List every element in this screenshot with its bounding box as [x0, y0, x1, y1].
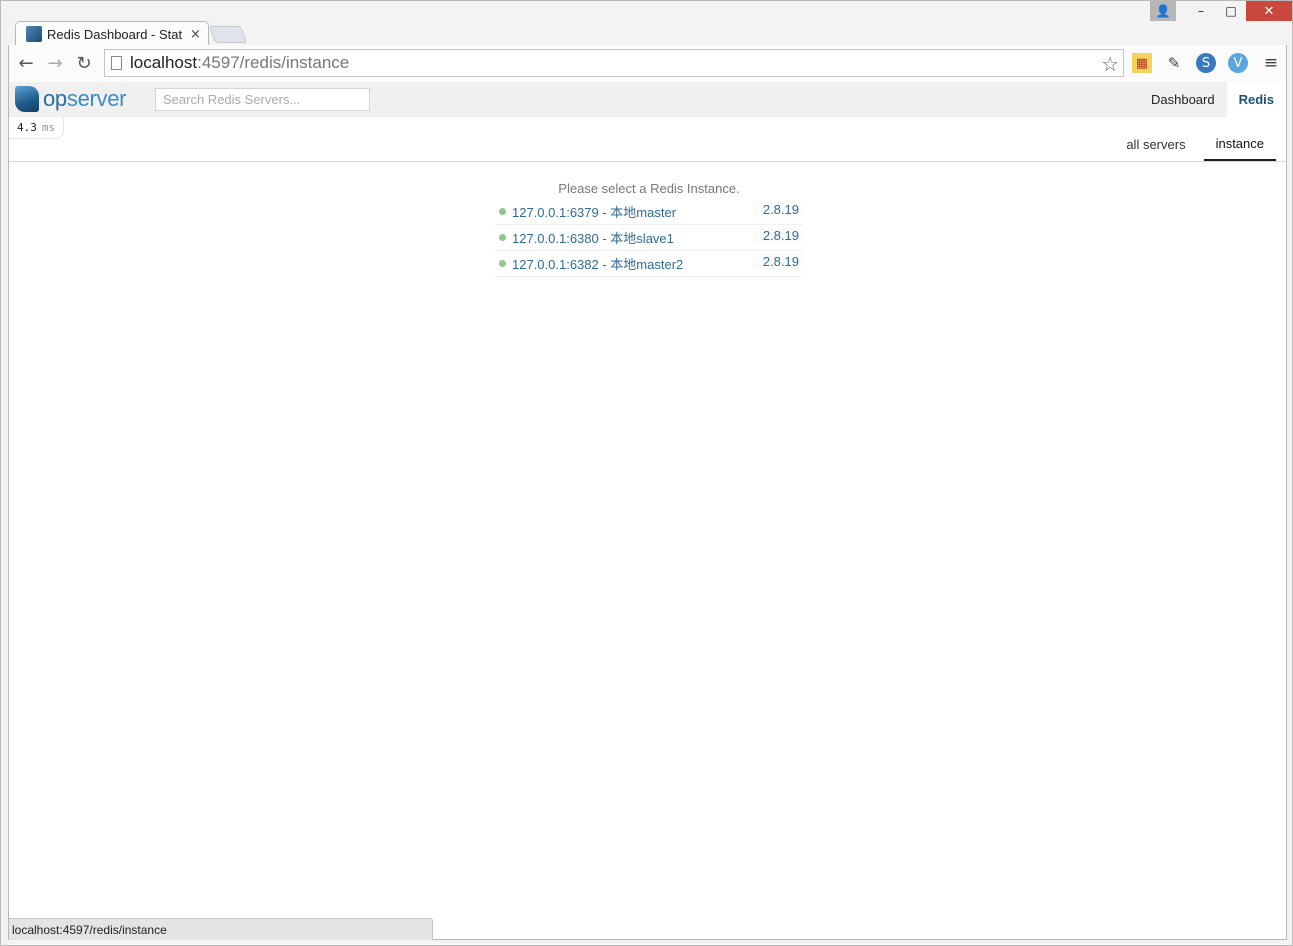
instance-link[interactable]: 127.0.0.1:6380 - 本地slave1 [512, 228, 674, 247]
status-dot-icon [499, 208, 506, 215]
instance-selector: Please select a Redis Instance. 127.0.0.… [495, 179, 803, 277]
browser-window: 👤 – □ ✕ Redis Dashboard - Stat × ← → ↻ l… [0, 0, 1293, 946]
top-nav-links: Dashboard Redis [1139, 82, 1286, 117]
address-bar[interactable]: localhost:4597/redis/instance ☆ [104, 49, 1124, 77]
favicon-icon [26, 26, 42, 42]
instance-link[interactable]: 127.0.0.1:6382 - 本地master2 [512, 254, 683, 273]
timing-value: 4.3 [17, 121, 37, 134]
browser-tab[interactable]: Redis Dashboard - Stat × [15, 21, 209, 46]
bookmark-star-icon[interactable]: ☆ [1101, 52, 1119, 76]
vimium-icon[interactable]: V [1228, 53, 1248, 73]
new-tab-button[interactable] [208, 26, 248, 43]
page-icon [111, 56, 122, 70]
divider [9, 161, 1286, 162]
minimize-button[interactable]: – [1186, 1, 1216, 21]
list-item[interactable]: 127.0.0.1:6382 - 本地master2 2.8.19 [495, 251, 803, 277]
maximize-button[interactable]: □ [1216, 1, 1246, 21]
tab-title: Redis Dashboard - Stat [47, 26, 183, 42]
tab-instance[interactable]: instance [1203, 127, 1276, 161]
back-button[interactable]: ← [15, 52, 37, 74]
instance-version: 2.8.19 [752, 254, 801, 269]
top-nav: opserver Dashboard Redis [9, 82, 1286, 117]
list-item[interactable]: 127.0.0.1:6379 - 本地master 2.8.19 [495, 199, 803, 225]
select-prompt: Please select a Redis Instance. [558, 181, 740, 196]
nav-redis[interactable]: Redis [1226, 82, 1286, 117]
skype-icon[interactable]: S [1196, 53, 1216, 73]
instance-version: 2.8.19 [752, 202, 801, 217]
user-profile-icon[interactable]: 👤 [1150, 1, 1176, 21]
url-host: localhost [130, 53, 198, 72]
sub-tabs: all servers instance [1108, 127, 1276, 162]
profiler-timing[interactable]: 4.3 ms [9, 117, 65, 139]
window-controls: 👤 – □ ✕ [1150, 1, 1292, 21]
instance-link[interactable]: 127.0.0.1:6379 - 本地master [512, 202, 676, 221]
nav-dashboard[interactable]: Dashboard [1139, 82, 1227, 117]
status-bar: localhost:4597/redis/instance [9, 918, 433, 940]
tab-all-servers[interactable]: all servers [1114, 127, 1197, 161]
firewall-icon[interactable]: ▦ [1132, 53, 1152, 73]
instance-version: 2.8.19 [752, 228, 801, 243]
evernote-icon[interactable]: ✎ [1164, 53, 1184, 73]
logo-icon [15, 86, 39, 112]
url-path: :4597/redis/instance [197, 53, 350, 72]
title-bar: 👤 – □ ✕ Redis Dashboard - Stat × [1, 1, 1292, 46]
opserver-logo[interactable]: opserver [15, 86, 127, 112]
list-item[interactable]: 127.0.0.1:6380 - 本地slave1 2.8.19 [495, 225, 803, 251]
timing-unit: ms [41, 121, 56, 134]
menu-icon[interactable]: ≡ [1261, 52, 1281, 74]
status-dot-icon [499, 260, 506, 267]
close-window-button[interactable]: ✕ [1246, 1, 1292, 21]
browser-toolbar: ← → ↻ localhost:4597/redis/instance ☆ ▦ … [8, 45, 1287, 82]
page-viewport: opserver Dashboard Redis 4.3 ms all serve… [8, 82, 1287, 940]
reload-button[interactable]: ↻ [73, 52, 95, 74]
search-input[interactable] [155, 88, 370, 111]
tab-close-icon[interactable]: × [190, 27, 201, 42]
forward-button[interactable]: → [44, 52, 66, 74]
status-dot-icon [499, 234, 506, 241]
logo-text: opserver [43, 86, 127, 111]
